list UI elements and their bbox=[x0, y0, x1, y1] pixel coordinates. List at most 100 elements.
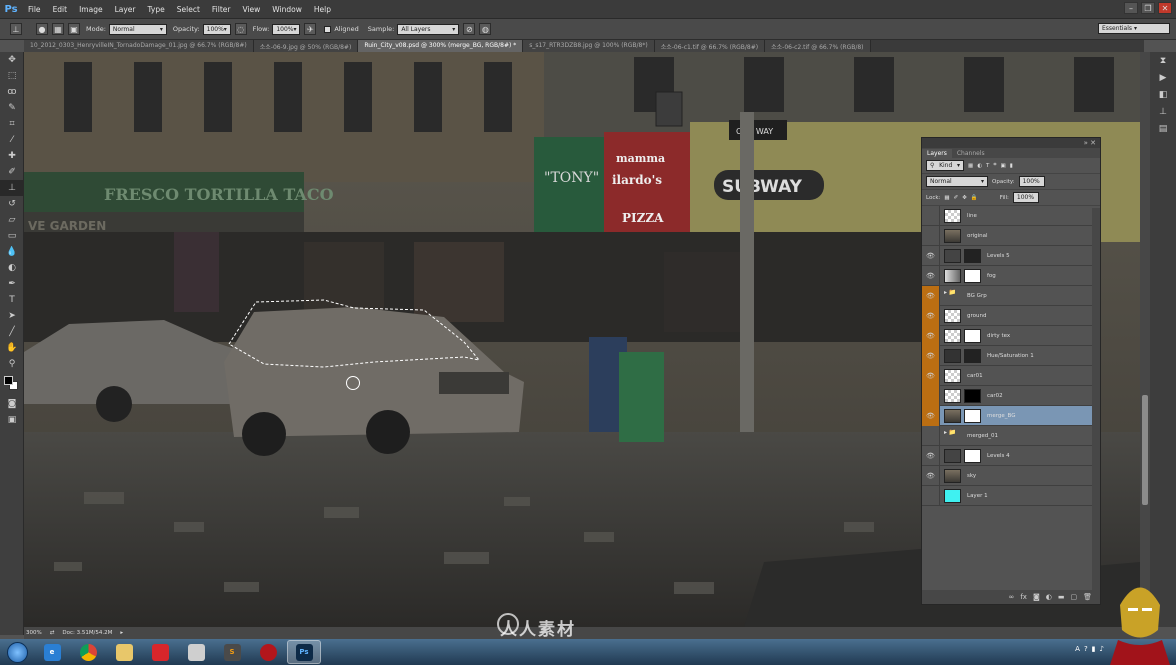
menu-select[interactable]: Select bbox=[171, 5, 206, 14]
menu-type[interactable]: Type bbox=[142, 5, 171, 14]
eyedropper-tool-icon[interactable]: ⁄ bbox=[0, 132, 24, 148]
document-tab[interactable]: 소소-06-c2.tif @ 66.7% (RGB/8) bbox=[765, 40, 871, 52]
path-select-tool-icon[interactable]: ➤ bbox=[0, 308, 24, 324]
lock-all-icon[interactable]: 🔒 bbox=[971, 195, 978, 201]
menu-window[interactable]: Window bbox=[266, 5, 308, 14]
layer-mask-thumbnail[interactable] bbox=[964, 348, 981, 363]
type-tool-icon[interactable]: T bbox=[0, 292, 24, 308]
line-tool-icon[interactable]: ╱ bbox=[0, 324, 24, 340]
sample-select[interactable]: All Layers ▾ bbox=[397, 23, 460, 35]
eye-icon[interactable]: 👁 bbox=[922, 465, 940, 486]
healing-tool-icon[interactable]: ✚ bbox=[0, 148, 24, 164]
layer-row[interactable]: 👁 Levels 5 bbox=[922, 245, 1100, 266]
layer-mask-thumbnail[interactable] bbox=[964, 408, 981, 423]
flow-input[interactable]: 100% ▾ bbox=[272, 23, 301, 35]
eye-icon[interactable]: 👁 bbox=[922, 345, 940, 366]
quick-select-tool-icon[interactable]: ✎ bbox=[0, 100, 24, 116]
filter-pixel-icon[interactable]: ▦ bbox=[968, 163, 973, 169]
actions-icon[interactable]: ▶ bbox=[1150, 69, 1176, 86]
start-button[interactable] bbox=[0, 639, 34, 665]
layer-row[interactable]: 👁 Levels 4 bbox=[922, 445, 1100, 466]
fill-input[interactable]: 100% bbox=[1012, 192, 1039, 203]
document-tab[interactable]: 소소-06-c1.tif @ 66.7% (RGB/8#) bbox=[654, 40, 766, 52]
quick-mask-icon[interactable]: ◙ bbox=[0, 396, 24, 412]
new-group-icon[interactable]: ▬ bbox=[1058, 593, 1065, 601]
dodge-tool-icon[interactable]: ◐ bbox=[0, 260, 24, 276]
network-icon[interactable]: ▮ bbox=[1092, 645, 1096, 653]
taskbar-app-red[interactable] bbox=[143, 640, 177, 664]
minimize-icon[interactable]: – bbox=[1124, 2, 1138, 14]
link-layers-icon[interactable]: ∞ bbox=[1009, 593, 1015, 601]
tab-layers[interactable]: Layers bbox=[922, 149, 952, 158]
volume-icon[interactable]: ♪ bbox=[1100, 645, 1104, 653]
taskbar-chrome[interactable] bbox=[71, 640, 105, 664]
marquee-tool-icon[interactable]: ⬚ bbox=[0, 68, 24, 84]
layer-mask-thumbnail[interactable] bbox=[964, 268, 981, 283]
layer-mask-thumbnail[interactable] bbox=[964, 388, 981, 403]
brush-tool-icon[interactable]: ✐ bbox=[0, 164, 24, 180]
taskbar-ladybug[interactable] bbox=[251, 640, 285, 664]
zoom-tool-icon[interactable]: ⚲ bbox=[0, 356, 24, 372]
status-arrow-icon[interactable]: ▸ bbox=[120, 630, 123, 636]
layer-row[interactable]: line bbox=[922, 205, 1100, 226]
eraser-tool-icon[interactable]: ▱ bbox=[0, 212, 24, 228]
tab-channels[interactable]: Channels bbox=[952, 149, 990, 158]
document-tab[interactable]: 소소-06-9.jpg @ 50% (RGB/8#) bbox=[253, 40, 359, 52]
taskbar-app-dice[interactable] bbox=[179, 640, 213, 664]
eye-icon[interactable]: 👁 bbox=[922, 245, 940, 266]
eye-icon[interactable] bbox=[922, 225, 940, 246]
filter-smart-icon[interactable]: ▣ bbox=[1001, 163, 1006, 169]
clone-source-icon[interactable]: ▣ bbox=[68, 23, 80, 35]
menu-file[interactable]: File bbox=[22, 5, 47, 14]
aligned-checkbox[interactable] bbox=[324, 25, 332, 33]
taskbar-photoshop[interactable]: Ps bbox=[287, 640, 321, 664]
menu-edit[interactable]: Edit bbox=[47, 5, 74, 14]
workspace-select[interactable]: Essentials ▾ bbox=[1098, 23, 1170, 34]
lock-pixels-icon[interactable]: ✐ bbox=[954, 195, 959, 201]
menu-image[interactable]: Image bbox=[73, 5, 109, 14]
clone-source-panel-icon[interactable]: ⊥ bbox=[1150, 103, 1176, 120]
history-brush-tool-icon[interactable]: ↺ bbox=[0, 196, 24, 212]
restore-icon[interactable]: ❐ bbox=[1141, 2, 1155, 14]
fx-icon[interactable]: fx bbox=[1020, 593, 1027, 601]
blur-tool-icon[interactable]: 💧 bbox=[0, 244, 24, 260]
scrollbar-thumb[interactable] bbox=[1142, 395, 1148, 505]
brush-presets-icon[interactable]: ▤ bbox=[1150, 120, 1176, 137]
filter-shape-icon[interactable]: ⌗ bbox=[993, 162, 996, 169]
layer-row[interactable]: car02 bbox=[922, 385, 1100, 406]
zoom-level[interactable]: 300% bbox=[26, 630, 42, 636]
layer-row[interactable]: 👁 car01 bbox=[922, 365, 1100, 386]
eye-icon[interactable] bbox=[922, 425, 940, 446]
close-icon[interactable]: ✕ bbox=[1158, 2, 1172, 14]
layer-opacity-input[interactable]: 100% bbox=[1018, 176, 1045, 187]
adjustment-layer-icon[interactable]: ◐ bbox=[1046, 593, 1052, 601]
screen-mode-icon[interactable]: ▣ bbox=[0, 412, 24, 428]
eye-icon[interactable] bbox=[922, 385, 940, 406]
eye-icon[interactable] bbox=[922, 205, 940, 226]
layer-mask-thumbnail[interactable] bbox=[964, 448, 981, 463]
history-icon[interactable]: ⧗ bbox=[1150, 52, 1176, 69]
eye-icon[interactable]: 👁 bbox=[922, 265, 940, 286]
layer-row[interactable]: 👁 dirty tex bbox=[922, 325, 1100, 346]
eye-icon[interactable]: 👁 bbox=[922, 325, 940, 346]
taskbar-ie[interactable]: e bbox=[35, 640, 69, 664]
document-tab-active[interactable]: Ruin_City_v08.psd @ 300% (merge_BG, RGB/… bbox=[358, 40, 524, 52]
hand-tool-icon[interactable]: ✋ bbox=[0, 340, 24, 356]
layer-mask-thumbnail[interactable] bbox=[964, 328, 981, 343]
layer-row[interactable]: 👁 merge_BG bbox=[922, 405, 1100, 426]
layer-row[interactable]: 👁 sky bbox=[922, 465, 1100, 486]
menu-help[interactable]: Help bbox=[308, 5, 337, 14]
pressure-opacity-icon[interactable]: ◌ bbox=[234, 23, 247, 35]
filter-kind-select[interactable]: ⚲ Kind ▾ bbox=[926, 160, 964, 171]
lock-position-icon[interactable]: ✥ bbox=[962, 195, 967, 201]
properties-icon[interactable]: ◧ bbox=[1150, 86, 1176, 103]
lasso-tool-icon[interactable]: ꝏ bbox=[0, 84, 24, 100]
gradient-tool-icon[interactable]: ▭ bbox=[0, 228, 24, 244]
close-icon[interactable]: ✕ bbox=[1090, 139, 1096, 147]
filter-toggle-icon[interactable]: ▮ bbox=[1010, 163, 1013, 169]
clone-stamp-preset-icon[interactable]: ⊥ bbox=[10, 23, 22, 35]
layer-mask-thumbnail[interactable] bbox=[964, 248, 981, 263]
new-layer-icon[interactable]: ▢ bbox=[1070, 593, 1077, 601]
brush-panel-icon[interactable]: ▦ bbox=[52, 23, 64, 35]
layer-row[interactable]: Layer 1 bbox=[922, 485, 1100, 506]
